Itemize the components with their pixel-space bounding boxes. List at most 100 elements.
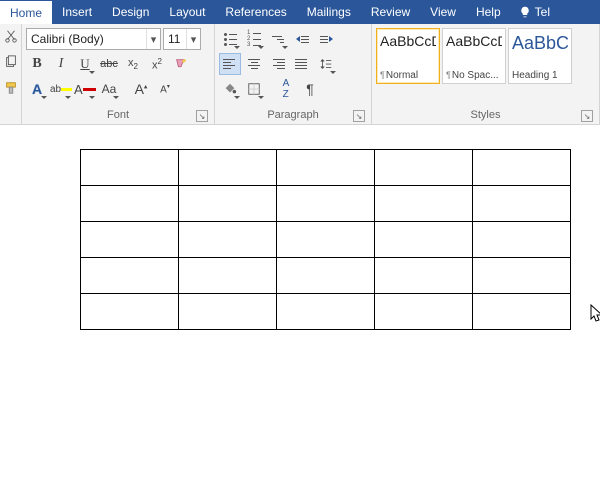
ribbon: Calibri (Body) ▾ 11 ▾ B I U abc x2 x2 <box>0 24 600 125</box>
font-size-value: 11 <box>164 32 186 46</box>
bullets-button[interactable] <box>219 28 241 50</box>
table-cell[interactable] <box>179 258 277 294</box>
table-cell[interactable] <box>179 150 277 186</box>
tab-view[interactable]: View <box>420 0 466 24</box>
align-left-icon <box>223 59 237 69</box>
shading-button[interactable] <box>219 78 241 100</box>
ribbon-tabs: Home Insert Design Layout References Mai… <box>0 0 600 24</box>
table-cell[interactable] <box>179 294 277 330</box>
bullets-icon <box>224 33 237 46</box>
tab-review[interactable]: Review <box>361 0 420 24</box>
style-tile[interactable]: AaBbCcDd¶No Spac... <box>442 28 506 84</box>
font-name-combo[interactable]: Calibri (Body) ▾ <box>26 28 161 50</box>
grow-font-button[interactable]: A▴ <box>130 78 152 100</box>
change-case-button[interactable]: Aa <box>98 78 120 100</box>
table-cell[interactable] <box>473 186 571 222</box>
increase-indent-icon <box>320 36 333 43</box>
multilevel-list-button[interactable] <box>267 28 289 50</box>
format-painter-icon[interactable] <box>3 80 19 96</box>
increase-indent-button[interactable] <box>315 28 337 50</box>
group-paragraph: 1 2 3 <box>215 24 372 124</box>
borders-button[interactable] <box>243 78 265 100</box>
group-font-label: Font ↘ <box>26 107 210 124</box>
styles-dialog-launcher[interactable]: ↘ <box>581 110 593 122</box>
table-cell[interactable] <box>179 222 277 258</box>
highlight-button[interactable]: ab <box>50 78 72 100</box>
bold-button[interactable]: B <box>26 53 48 75</box>
tab-home[interactable]: Home <box>0 0 52 24</box>
table-cell[interactable] <box>473 150 571 186</box>
lightbulb-icon <box>519 6 531 18</box>
multilevel-icon <box>272 36 284 43</box>
table-cell[interactable] <box>473 294 571 330</box>
superscript-button[interactable]: x2 <box>146 53 168 75</box>
table-cell[interactable] <box>277 186 375 222</box>
numbering-button[interactable]: 1 2 3 <box>243 28 265 50</box>
decrease-indent-icon <box>296 36 309 43</box>
cut-icon[interactable] <box>3 28 19 44</box>
decrease-indent-button[interactable] <box>291 28 313 50</box>
style-preview: AaBbCcDd <box>380 33 436 49</box>
tell-me[interactable]: Tel <box>511 0 556 24</box>
clear-formatting-button[interactable] <box>170 53 192 75</box>
style-name: Heading 1 <box>512 70 568 81</box>
group-paragraph-label: Paragraph ↘ <box>219 107 367 124</box>
style-tile[interactable]: AaBbCcHeading 1 <box>508 28 572 84</box>
show-marks-button[interactable]: ¶ <box>299 78 321 100</box>
table-cell[interactable] <box>277 294 375 330</box>
tab-layout[interactable]: Layout <box>159 0 215 24</box>
group-font: Calibri (Body) ▾ 11 ▾ B I U abc x2 x2 <box>22 24 215 124</box>
strikethrough-button[interactable]: abc <box>98 53 120 75</box>
chevron-down-icon: ▾ <box>186 29 200 49</box>
align-center-icon <box>247 59 261 69</box>
font-color-button[interactable]: A <box>74 78 96 100</box>
tab-help[interactable]: Help <box>466 0 511 24</box>
justify-icon <box>295 59 309 69</box>
tab-design[interactable]: Design <box>102 0 159 24</box>
table-cell[interactable] <box>81 222 179 258</box>
chevron-down-icon: ▾ <box>146 29 160 49</box>
underline-button[interactable]: U <box>74 53 96 75</box>
tab-mailings[interactable]: Mailings <box>297 0 361 24</box>
table-cell[interactable] <box>375 222 473 258</box>
table-cell[interactable] <box>473 222 571 258</box>
table-cell[interactable] <box>473 258 571 294</box>
tell-me-label: Tel <box>535 5 550 19</box>
table-cell[interactable] <box>81 150 179 186</box>
group-styles-label: Styles ↘ <box>376 107 595 124</box>
table-cell[interactable] <box>375 258 473 294</box>
table-cell[interactable] <box>375 294 473 330</box>
font-dialog-launcher[interactable]: ↘ <box>196 110 208 122</box>
copy-icon[interactable] <box>3 54 19 70</box>
line-spacing-button[interactable] <box>315 53 337 75</box>
paragraph-dialog-launcher[interactable]: ↘ <box>353 110 365 122</box>
document-area[interactable] <box>0 125 600 500</box>
table-cell[interactable] <box>277 258 375 294</box>
font-name-value: Calibri (Body) <box>27 32 146 46</box>
table-cell[interactable] <box>179 186 277 222</box>
table-cell[interactable] <box>277 222 375 258</box>
justify-button[interactable] <box>291 53 313 75</box>
style-tile[interactable]: AaBbCcDd¶Normal <box>376 28 440 84</box>
table-cell[interactable] <box>81 294 179 330</box>
shrink-font-button[interactable]: A▾ <box>154 78 176 100</box>
numbering-icon: 1 2 3 <box>247 31 261 47</box>
table-cell[interactable] <box>375 186 473 222</box>
font-size-combo[interactable]: 11 ▾ <box>163 28 201 50</box>
table-cell[interactable] <box>81 186 179 222</box>
table-cell[interactable] <box>277 150 375 186</box>
tab-insert[interactable]: Insert <box>52 0 102 24</box>
sort-button[interactable]: AZ <box>275 78 297 100</box>
document-table[interactable] <box>80 149 571 330</box>
text-effects-button[interactable]: A <box>26 78 48 100</box>
subscript-button[interactable]: x2 <box>122 53 144 75</box>
table-cell[interactable] <box>375 150 473 186</box>
italic-button[interactable]: I <box>50 53 72 75</box>
tab-references[interactable]: References <box>215 0 296 24</box>
align-right-icon <box>271 59 285 69</box>
mouse-cursor-icon <box>590 304 600 324</box>
table-cell[interactable] <box>81 258 179 294</box>
align-right-button[interactable] <box>267 53 289 75</box>
align-center-button[interactable] <box>243 53 265 75</box>
align-left-button[interactable] <box>219 53 241 75</box>
